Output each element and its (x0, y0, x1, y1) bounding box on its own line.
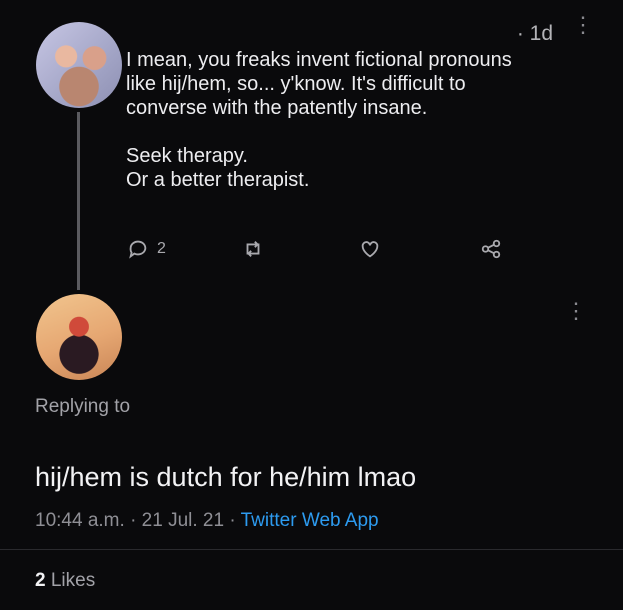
avatar[interactable] (36, 294, 122, 380)
retweet-icon (246, 241, 260, 257)
tweet-line: converse with the patently insane. (126, 97, 428, 119)
avatar[interactable] (36, 22, 122, 108)
like-button[interactable] (359, 238, 381, 260)
tweet-age: 1d (529, 22, 553, 45)
tweet-source-link[interactable]: Twitter Web App (241, 510, 379, 531)
reply-count: 2 (157, 240, 166, 257)
share-icon (481, 239, 501, 259)
screenshot-frame: · 1d ⋮ I mean, you freaks invent fiction… (0, 0, 623, 610)
tweet-line: Seek therapy. (126, 145, 248, 167)
likes-label: Likes (50, 570, 96, 591)
likes-count-link[interactable]: 2 Likes (35, 570, 95, 592)
retweet-button[interactable] (242, 238, 264, 260)
dot-separator: · (516, 22, 530, 45)
tweet-time[interactable]: 10:44 a.m. (35, 510, 125, 531)
more-options-icon[interactable]: ⋮ (572, 14, 594, 36)
reply-tweet-text: hij/hem is dutch for he/him lmao (35, 462, 417, 492)
tweet-meta: 10:44 a.m. · 21 Jul. 21 · Twitter Web Ap… (35, 510, 379, 532)
tweet-timestamp[interactable]: · 1d (517, 22, 553, 46)
share-button[interactable] (480, 238, 502, 260)
reply-icon (129, 240, 147, 259)
tweet-actions: 2 (127, 238, 527, 268)
like-icon (361, 241, 379, 258)
tweet-line: I mean, you freaks invent fictional pron… (126, 49, 512, 71)
dot-separator: · (130, 510, 142, 531)
tweet-date[interactable]: 21 Jul. 21 (142, 510, 224, 531)
reply-button[interactable]: 2 (127, 238, 166, 260)
more-options-icon[interactable]: ⋮ (565, 300, 587, 322)
likes-count: 2 (35, 570, 46, 591)
replying-to-label: Replying to (35, 396, 131, 417)
tweet-line: like hij/hem, so... y'know. It's difficu… (126, 73, 466, 95)
tweet-line: Or a better therapist. (126, 169, 310, 191)
tweet-text: I mean, you freaks invent fictional pron… (126, 48, 586, 192)
dot-separator: · (229, 510, 241, 531)
divider (0, 549, 623, 550)
thread-connector-line (77, 112, 80, 290)
